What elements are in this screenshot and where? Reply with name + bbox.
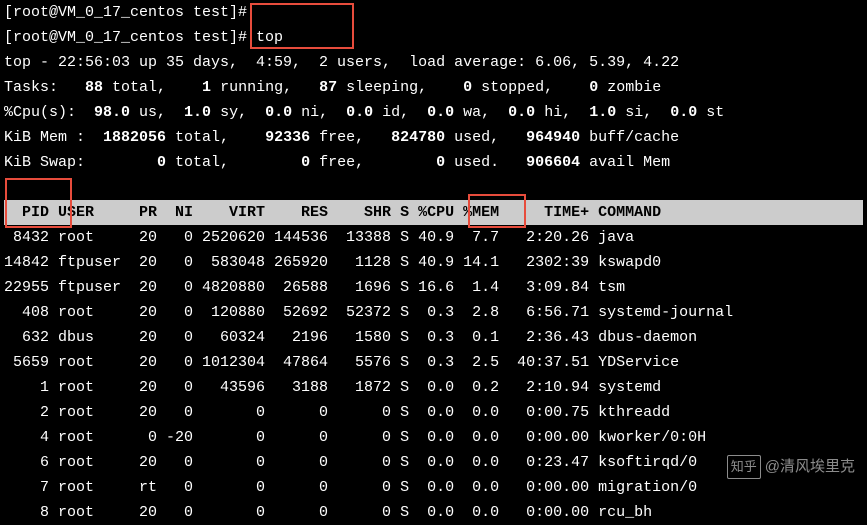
process-list: 8432 root 20 0 2520620 144536 13388 S 40… xyxy=(4,225,863,525)
watermark: 知乎@清风埃里克 xyxy=(727,455,855,480)
prompt-line-1: [root@VM_0_17_centos test]# xyxy=(4,0,863,25)
blank-line xyxy=(4,175,863,200)
process-row: 2 root 20 0 0 0 0 S 0.0 0.0 0:00.75 kthr… xyxy=(4,400,863,425)
watermark-author: @清风埃里克 xyxy=(765,458,855,475)
process-row: 408 root 20 0 120880 52692 52372 S 0.3 2… xyxy=(4,300,863,325)
process-row: 632 dbus 20 0 60324 2196 1580 S 0.3 0.1 … xyxy=(4,325,863,350)
swap-line: KiB Swap: 0 total, 0 free, 0 used. 90660… xyxy=(4,150,863,175)
cpu-line: %Cpu(s): 98.0 us, 1.0 sy, 0.0 ni, 0.0 id… xyxy=(4,100,863,125)
process-row: 4 root 0 -20 0 0 0 S 0.0 0.0 0:00.00 kwo… xyxy=(4,425,863,450)
tasks-line: Tasks: 88 total, 1 running, 87 sleeping,… xyxy=(4,75,863,100)
top-summary-line: top - 22:56:03 up 35 days, 4:59, 2 users… xyxy=(4,50,863,75)
process-row: 8 root 20 0 0 0 0 S 0.0 0.0 0:00.00 rcu_… xyxy=(4,500,863,525)
terminal[interactable]: [root@VM_0_17_centos test]# [root@VM_0_1… xyxy=(0,0,867,525)
process-row: 5659 root 20 0 1012304 47864 5576 S 0.3 … xyxy=(4,350,863,375)
zhihu-icon: 知乎 xyxy=(727,455,761,478)
process-header: PID USER PR NI VIRT RES SHR S %CPU %MEM … xyxy=(4,200,863,225)
mem-line: KiB Mem : 1882056 total, 92336 free, 824… xyxy=(4,125,863,150)
process-row: 8432 root 20 0 2520620 144536 13388 S 40… xyxy=(4,225,863,250)
prompt-line-2: [root@VM_0_17_centos test]# top xyxy=(4,25,863,50)
process-row: 14842 ftpuser 20 0 583048 265920 1128 S … xyxy=(4,250,863,275)
process-row: 22955 ftpuser 20 0 4820880 26588 1696 S … xyxy=(4,275,863,300)
process-row: 1 root 20 0 43596 3188 1872 S 0.0 0.2 2:… xyxy=(4,375,863,400)
